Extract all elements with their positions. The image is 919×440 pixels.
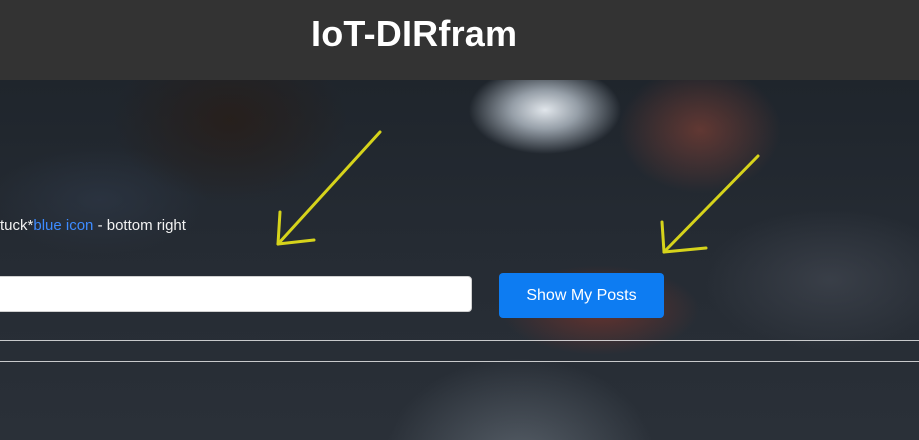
instruction-prefix: tuck* — [0, 217, 34, 234]
divider-bottom — [0, 361, 919, 362]
instruction-blue-icon-text: blue icon — [33, 217, 94, 234]
show-my-posts-button[interactable]: Show My Posts — [499, 273, 664, 318]
instruction-text: tuck*blue icon - bottom right — [0, 217, 186, 234]
main-content: tuck*blue icon - bottom right Show My Po… — [0, 80, 919, 440]
arrow-down-left-icon — [660, 154, 760, 254]
app-title: IoT-DIRfram — [311, 13, 518, 54]
app-header: IoT-DIRfram — [0, 0, 919, 80]
divider-top — [0, 340, 919, 341]
instruction-suffix: - bottom right — [93, 217, 186, 234]
text-input[interactable] — [0, 276, 472, 312]
page: IoT-DIRfram tuck*blue icon - bottom righ… — [0, 0, 919, 440]
arrow-down-left-icon — [276, 130, 382, 246]
